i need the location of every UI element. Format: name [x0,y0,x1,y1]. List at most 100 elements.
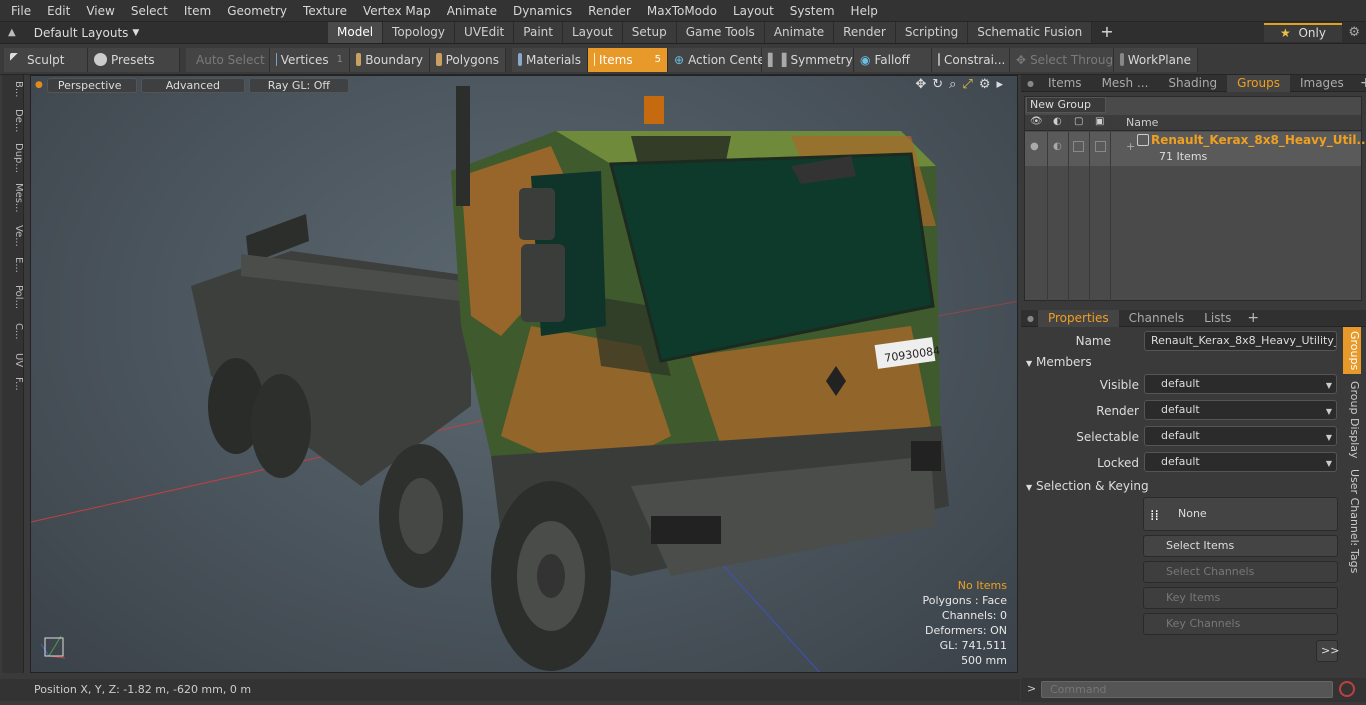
settings-icon[interactable]: ⚙ [979,77,991,92]
menu-layout[interactable]: Layout [725,0,782,22]
select-channels-button[interactable]: Select Channels [1143,561,1338,583]
key-channels-button[interactable]: Key Channels [1143,613,1338,635]
menu-view[interactable]: View [78,0,122,22]
left-tab-4[interactable]: Ve... [2,225,24,247]
left-tab-2[interactable]: Dup... [2,143,24,173]
tab-uvedit[interactable]: UVEdit [455,22,515,43]
left-tab-5[interactable]: E... [2,257,24,273]
tab-game-tools[interactable]: Game Tools [676,22,765,43]
record-icon[interactable] [1339,681,1355,697]
key-items-button[interactable]: Key Items [1143,587,1338,609]
left-tab-9[interactable]: F... [2,377,24,391]
groups-tab-items[interactable]: Items [1038,75,1092,92]
more-button[interactable]: >> [1316,640,1339,662]
tab-scripting[interactable]: Scripting [895,22,969,43]
falloff-button[interactable]: ◉ Falloff [854,47,932,72]
add-properties-tab-button[interactable]: + [1241,310,1265,326]
tab-render[interactable]: Render [834,22,896,43]
workplane-button[interactable]: WorkPlane [1114,47,1198,72]
menu-edit[interactable]: Edit [39,0,78,22]
left-tab-7[interactable]: C... [2,323,24,340]
tab-setup[interactable]: Setup [622,22,677,43]
menu-system[interactable]: System [782,0,843,22]
side-tab-group-display[interactable]: Group Display [1343,377,1361,463]
fit-icon[interactable]: ⤢ [962,77,972,92]
symmetry-button[interactable]: ▌▐ Symmetry [762,47,854,72]
left-tab-6[interactable]: Pol... [2,285,24,309]
selectable-dropdown[interactable]: default ▼ [1144,426,1337,446]
properties-tab-lists[interactable]: Lists [1194,310,1241,327]
move-icon[interactable]: ✥ [915,77,926,92]
menu-file[interactable]: File [0,0,39,22]
group-render-icon[interactable]: ◐ [1053,141,1062,152]
advanced-button[interactable]: Advanced [140,77,245,93]
tab-animate[interactable]: Animate [764,22,835,43]
render-dropdown[interactable]: default ▼ [1144,400,1337,420]
select-items-button[interactable]: Select Items [1143,535,1338,557]
action-center-button[interactable]: ⊕ Action Center [668,47,770,72]
menu-render[interactable]: Render [580,0,639,22]
members-section[interactable]: ▼ Members [1026,355,1092,371]
menu-help[interactable]: Help [843,0,886,22]
menu-texture[interactable]: Texture [295,0,355,22]
boundary-button[interactable]: Boundary [350,47,430,72]
properties-tab-channels[interactable]: Channels [1119,310,1195,327]
items-button[interactable]: Items 5 [588,47,668,72]
new-group-button[interactable]: New Group [1026,97,1106,113]
play-icon[interactable]: ▸ [996,77,1003,92]
tab-paint[interactable]: Paint [514,22,563,43]
3d-viewport[interactable]: 70930084 ● Perspective Advanced Ray GL: … [30,75,1018,673]
groups-tab-images[interactable]: Images [1290,75,1354,92]
tab-topology[interactable]: Topology [383,22,456,43]
viewport-dot-icon[interactable]: ● [35,80,43,90]
tab-model[interactable]: Model [328,22,384,43]
rotate-icon[interactable]: ↻ [932,77,943,92]
add-tab-button[interactable]: + [1092,22,1121,44]
default-layouts-dropdown[interactable]: ▲ Default Layouts ▼ [8,22,139,44]
tab-schematic-fusion[interactable]: Schematic Fusion [968,22,1093,43]
command-input[interactable] [1041,681,1333,698]
groups-tab-shading[interactable]: Shading [1158,75,1227,92]
polygons-button[interactable]: Polygons [430,47,506,72]
auto-select-button[interactable]: Auto Select [186,47,270,72]
menu-animate[interactable]: Animate [439,0,505,22]
raygl-button[interactable]: Ray GL: Off [248,77,349,93]
properties-tab-properties[interactable]: Properties [1037,309,1119,327]
perspective-button[interactable]: Perspective [46,77,137,93]
expand-icon[interactable]: + [1126,140,1135,153]
group-row[interactable]: ● ◐ + Renault_Kerax_8x8_Heavy_Util... 71… [1025,132,1366,166]
none-button[interactable]: ⁞⁞ None [1143,497,1338,531]
group-select-checkbox[interactable] [1095,141,1106,152]
presets-button[interactable]: Presets [88,47,180,72]
materials-button[interactable]: Materials [512,47,588,72]
selection-keying-section[interactable]: ▼ Selection & Keying [1026,479,1149,495]
select-through-button[interactable]: ✥ Select Through [1010,47,1121,72]
only-button[interactable]: ★ Only [1264,23,1342,42]
visible-dropdown[interactable]: default ▼ [1144,374,1337,394]
menu-dynamics[interactable]: Dynamics [505,0,580,22]
render-icon[interactable]: ◐ [1053,116,1062,127]
menu-geometry[interactable]: Geometry [219,0,295,22]
groups-tab-mesh[interactable]: Mesh ... [1092,75,1159,92]
select-icon[interactable]: ▣ [1095,116,1104,127]
lock-icon[interactable]: ▢ [1074,116,1083,127]
zoom-icon[interactable]: ⌕ [949,77,956,92]
group-lock-checkbox[interactable] [1073,141,1084,152]
sculpt-button[interactable]: Sculpt [4,47,88,72]
side-tab-tags[interactable]: Tags [1343,545,1361,578]
add-panel-tab-button[interactable]: + [1354,75,1366,91]
left-tab-0[interactable]: B... [2,81,24,97]
vertices-button[interactable]: Vertices 1 [270,47,350,72]
left-tab-8[interactable]: UV [2,353,24,367]
groups-tab-groups[interactable]: Groups [1227,74,1290,92]
constraints-button[interactable]: Constrai... [932,47,1010,72]
menu-item[interactable]: Item [176,0,219,22]
group-visible-icon[interactable]: ● [1030,141,1039,152]
locked-dropdown[interactable]: default ▼ [1144,452,1337,472]
name-field[interactable]: Renault_Kerax_8x8_Heavy_Utility_Tr [1144,331,1337,351]
gear-icon[interactable]: ⚙ [1348,25,1360,40]
tab-layout[interactable]: Layout [562,22,623,43]
eye-icon[interactable]: 👁 [1030,116,1043,127]
side-tab-user-channels[interactable]: User Channels [1343,465,1361,553]
left-tab-1[interactable]: De... [2,109,24,132]
